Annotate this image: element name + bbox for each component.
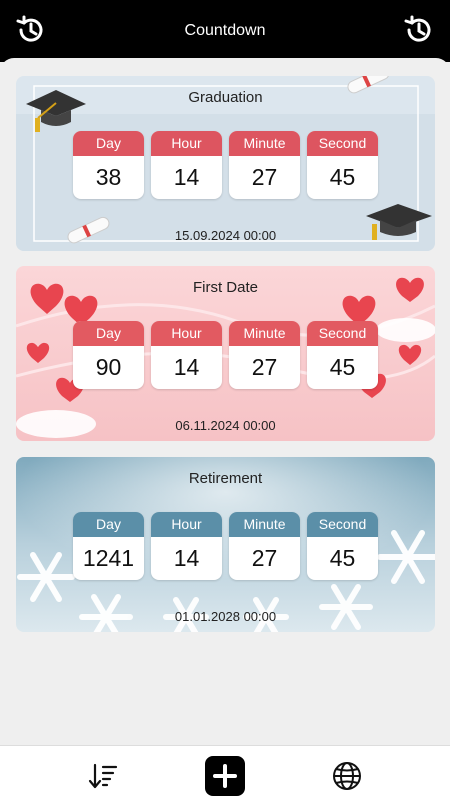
top-bar: Countdown [0,0,450,62]
minute-value: 27 [251,354,278,380]
target-date: 01.01.2028 00:00 [174,609,277,624]
hour-tile: Hour 14 [151,131,222,199]
day-tile: Day 90 [73,321,144,389]
hour-label: Hour [151,512,222,537]
minute-tile: Minute 27 [229,512,300,580]
day-label: Day [73,131,144,156]
minute-value: 27 [251,164,278,190]
second-label: Second [307,131,378,156]
countdown-card[interactable]: Graduation Day 38 Hour 14 Minute 27 Seco… [16,76,435,251]
sort-icon[interactable] [83,756,123,796]
app-title: Countdown [184,22,266,39]
minute-label: Minute [229,131,300,156]
minute-value: 27 [251,545,278,571]
globe-icon[interactable] [327,756,367,796]
countdown-name: First Date [192,279,258,296]
countdown-card[interactable]: Retirement Day 1241 Hour 14 Minute 27 Se… [16,457,435,632]
hour-value: 14 [173,164,200,190]
minute-tile: Minute 27 [229,321,300,389]
second-tile: Second 45 [307,321,378,389]
second-tile: Second 45 [307,131,378,199]
day-tile: Day 1241 [73,512,144,580]
hour-tile: Hour 14 [151,321,222,389]
bottom-nav [0,745,450,800]
day-tile: Day 38 [73,131,144,199]
minute-tile: Minute 27 [229,131,300,199]
countdown-card[interactable]: First Date Day 90 Hour 14 Minute 27 Seco… [16,266,435,441]
hour-value: 14 [173,545,200,571]
hour-tile: Hour 14 [151,512,222,580]
add-icon [213,764,237,788]
day-value: 38 [95,164,122,190]
countdown-name: Retirement [188,470,263,487]
second-label: Second [307,512,378,537]
day-value: 1241 [82,545,135,571]
history-icon[interactable] [400,12,436,48]
second-tile: Second 45 [307,512,378,580]
minute-label: Minute [229,321,300,346]
day-label: Day [73,321,144,346]
hour-label: Hour [151,131,222,156]
second-value: 45 [329,354,356,380]
hour-value: 14 [173,354,200,380]
day-value: 90 [95,354,122,380]
add-button[interactable] [205,756,245,796]
second-value: 45 [329,164,356,190]
countdown-name: Graduation [188,89,263,106]
second-value: 45 [329,545,356,571]
day-label: Day [73,512,144,537]
second-label: Second [307,321,378,346]
hour-label: Hour [151,321,222,346]
target-date: 06.11.2024 00:00 [175,418,276,433]
target-date: 15.09.2024 00:00 [174,228,277,243]
minute-label: Minute [229,512,300,537]
